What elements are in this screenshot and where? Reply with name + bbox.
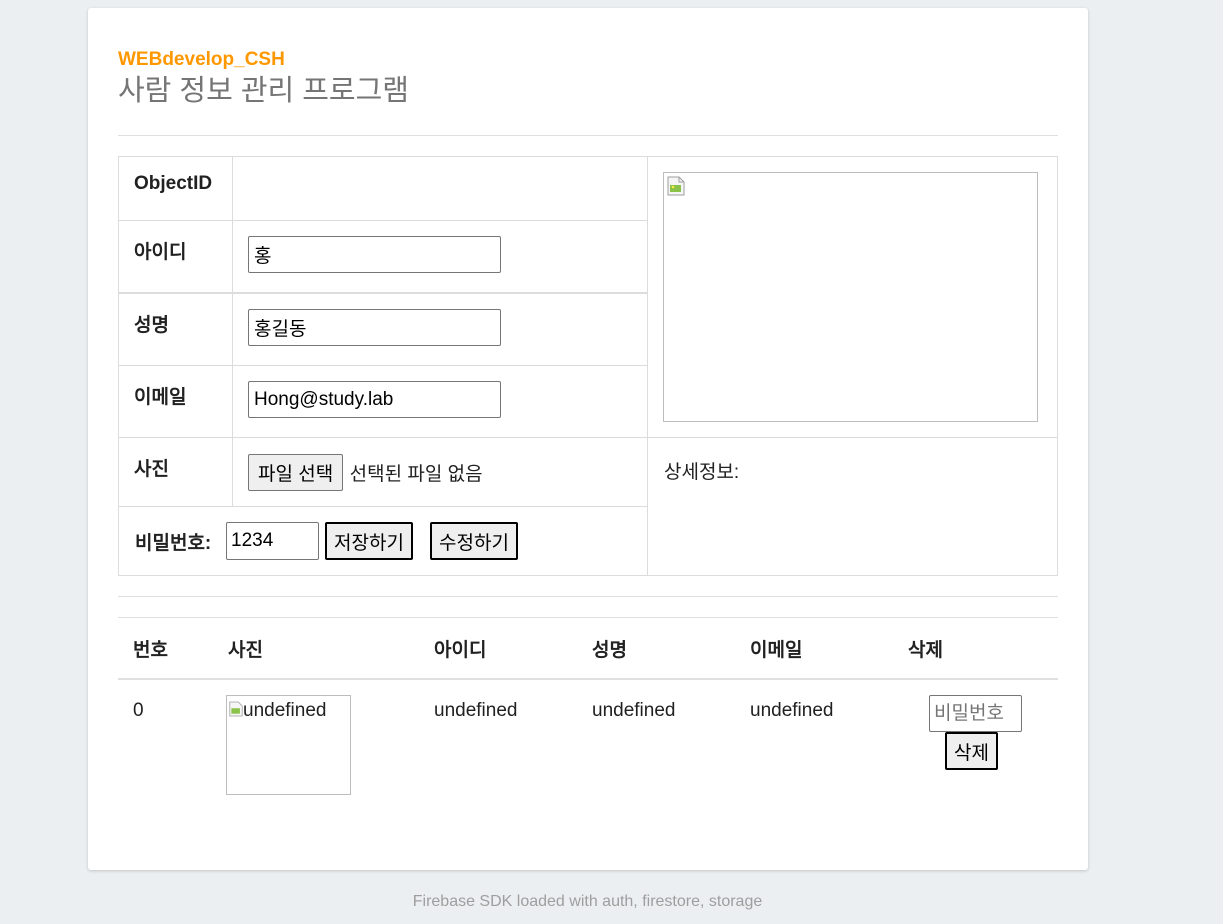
section-divider (118, 596, 1058, 597)
name-row: 성명 (119, 294, 647, 366)
row-id: undefined (434, 700, 518, 721)
password-input[interactable] (226, 522, 319, 560)
person-form: ObjectID 아이디 성명 이메일 사진 파일 선택 선택된 파일 없 (118, 156, 1058, 576)
id-row: 아이디 (119, 221, 647, 294)
delete-password-input[interactable] (929, 695, 1022, 732)
broken-image-icon (667, 176, 685, 196)
password-row: 비밀번호: 저장하기 수정하기 (119, 507, 647, 575)
header-name: 성명 (592, 640, 627, 661)
table-row: 0 undefined undefined undefined undefine… (118, 680, 1058, 810)
row-number: 0 (133, 700, 144, 721)
header-id: 아이디 (434, 640, 487, 661)
delete-button[interactable]: 삭제 (945, 732, 998, 770)
password-label: 비밀번호: (135, 533, 212, 554)
email-label: 이메일 (119, 366, 233, 437)
name-input[interactable] (248, 309, 501, 346)
header-delete: 삭제 (908, 640, 943, 661)
table-header: 번호 사진 아이디 성명 이메일 삭제 (118, 618, 1058, 680)
footer-text: Firebase SDK loaded with auth, firestore… (412, 893, 763, 910)
edit-button[interactable]: 수정하기 (430, 522, 518, 560)
name-label: 성명 (119, 294, 233, 365)
preview-divider (648, 437, 1057, 438)
header-photo: 사진 (228, 640, 263, 661)
id-input[interactable] (248, 236, 501, 273)
header-number: 번호 (133, 640, 168, 661)
row-name: undefined (592, 700, 676, 721)
broken-image-icon (229, 701, 243, 717)
brand-label: WEBdevelop_CSH (118, 49, 285, 70)
email-input[interactable] (248, 381, 501, 418)
objectid-label: ObjectID (119, 157, 233, 220)
photo-row: 사진 파일 선택 선택된 파일 없음 (119, 438, 647, 507)
save-button[interactable]: 저장하기 (325, 522, 413, 560)
email-row: 이메일 (119, 366, 647, 438)
row-email: undefined (750, 700, 834, 721)
header-divider (118, 135, 1058, 136)
file-select-button[interactable]: 파일 선택 (248, 454, 344, 491)
details-label: 상세정보: (664, 462, 740, 483)
page-title: 사람 정보 관리 프로그램 (118, 75, 409, 107)
photo-preview (663, 172, 1038, 422)
id-label: 아이디 (119, 221, 233, 292)
header-email: 이메일 (750, 640, 803, 661)
objectid-row: ObjectID (119, 157, 647, 221)
row-photo-alt: undefined (243, 700, 327, 721)
row-photo: undefined (226, 695, 351, 795)
file-status-text: 선택된 파일 없음 (349, 464, 483, 485)
form-fields: ObjectID 아이디 성명 이메일 사진 파일 선택 선택된 파일 없 (119, 157, 648, 575)
photo-label: 사진 (119, 438, 233, 506)
form-preview: 상세정보: (648, 157, 1057, 575)
